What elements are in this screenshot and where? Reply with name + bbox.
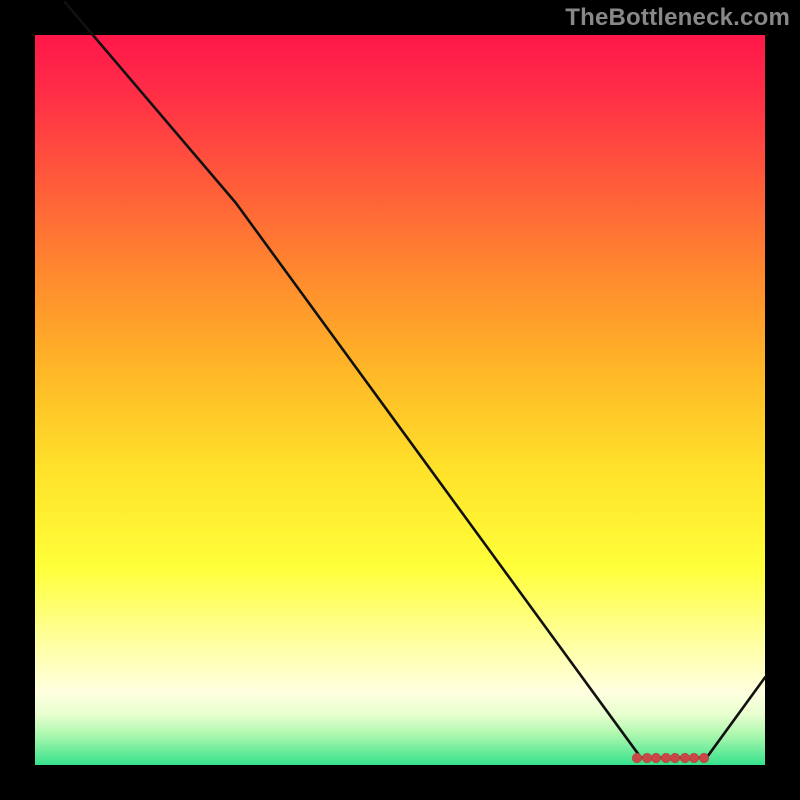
- data-marker: [670, 753, 680, 763]
- data-marker: [699, 753, 709, 763]
- data-marker: [680, 753, 690, 763]
- data-marker: [689, 753, 699, 763]
- chart-root: TheBottleneck.com: [0, 0, 800, 800]
- data-marker: [651, 753, 661, 763]
- watermark-text: TheBottleneck.com: [565, 4, 790, 32]
- marker-layer: [35, 35, 765, 765]
- data-marker: [632, 753, 642, 763]
